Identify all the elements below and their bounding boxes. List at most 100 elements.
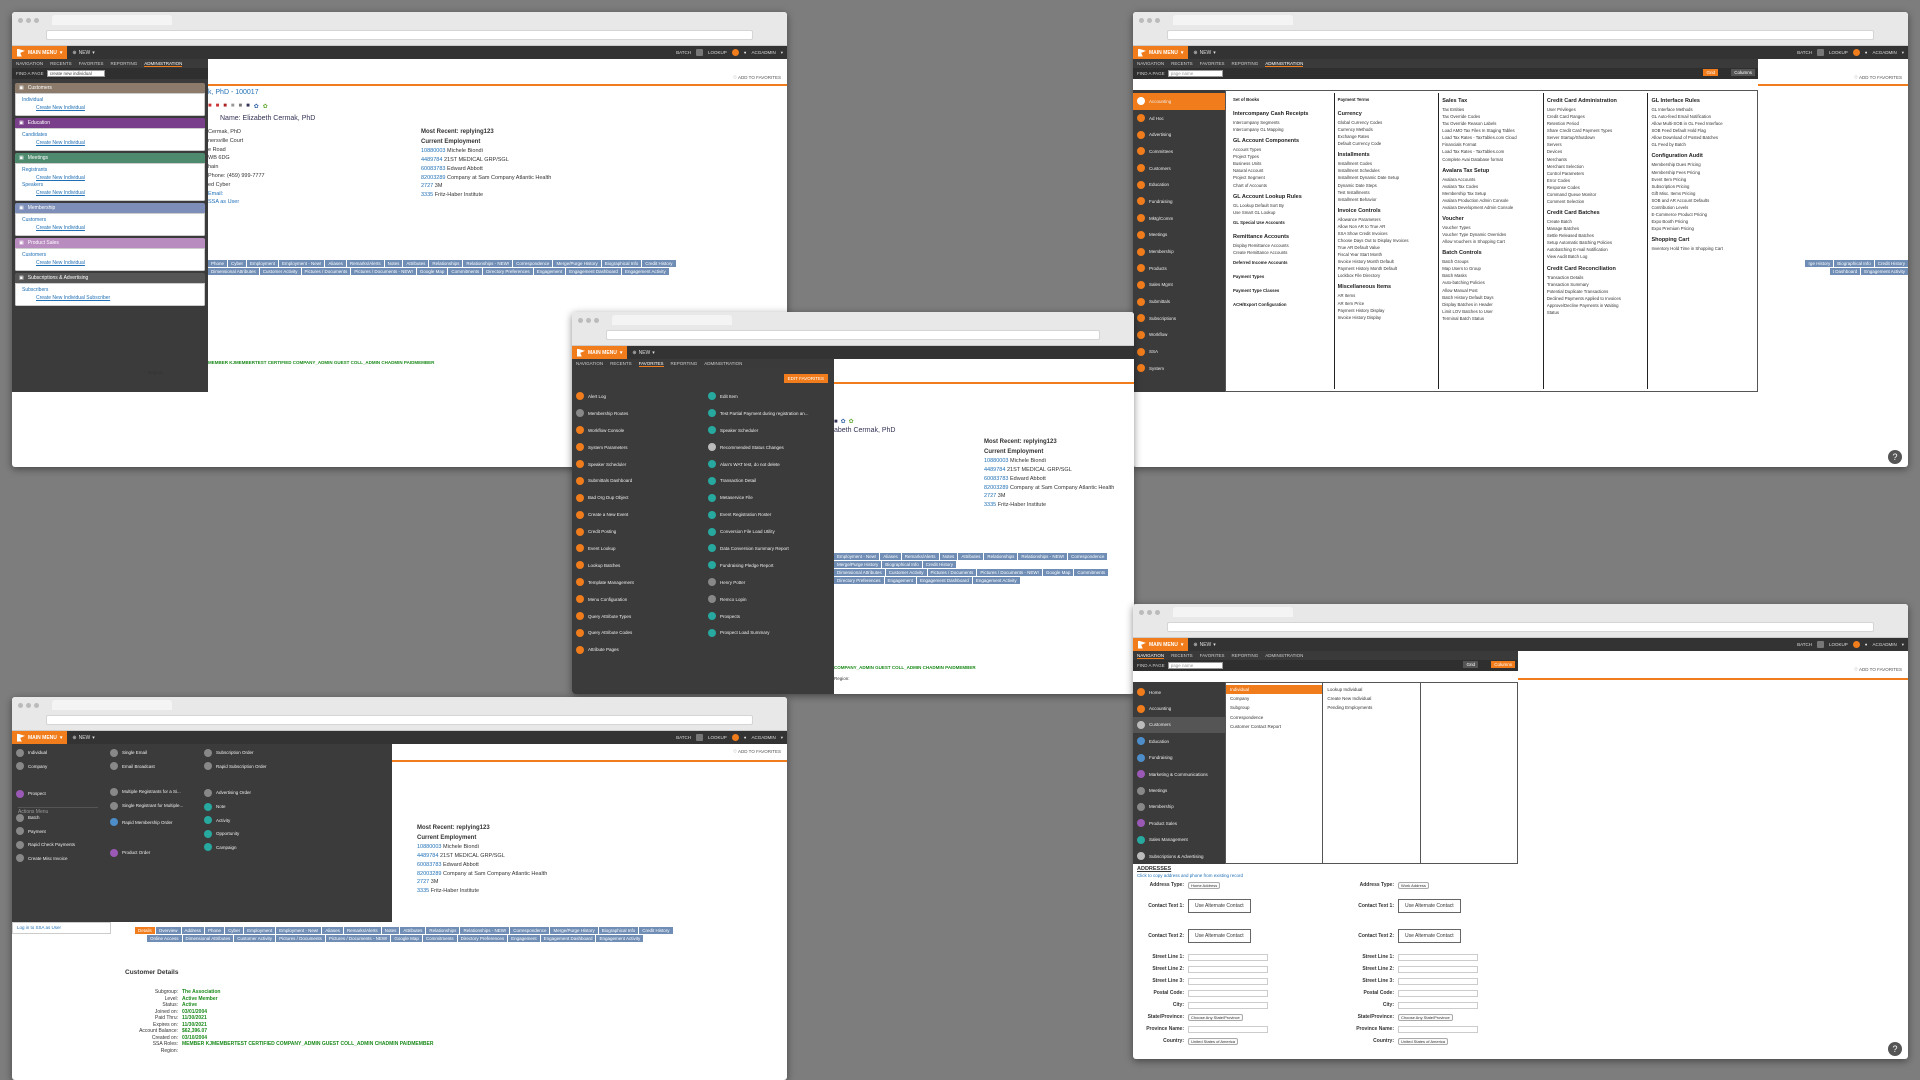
nav-level2-item[interactable]: Individual [1226,685,1323,695]
new-button[interactable]: ⊕ NEW ▾ [67,735,99,741]
result-category[interactable]: Registrants [22,167,198,175]
admin-link[interactable]: Natural Account [1233,167,1330,174]
admin-link[interactable]: Subscription Pricing [1651,183,1749,190]
create-new-link[interactable]: Create New Individual [22,140,198,148]
search-icon[interactable] [731,734,739,741]
admin-group-heading[interactable]: Credit Card Batches [1547,210,1644,216]
employment-id[interactable]: 4489784 [984,467,1005,473]
record-tab[interactable]: Relationships - NEW! [460,927,510,934]
admin-group-heading[interactable]: GL Interface Rules [1651,98,1749,104]
record-tab[interactable]: Merge/Purge History [553,260,601,267]
record-tab[interactable]: Engagement Activity [972,577,1020,584]
record-tab[interactable]: Credit History [639,927,673,934]
admin-link[interactable]: Create Batch [1547,218,1644,225]
record-tab[interactable]: Online Access [147,935,182,942]
main-menu-button[interactable]: MAIN MENU ▾ [1133,638,1189,651]
admin-link[interactable]: Installment Schedules [1338,167,1435,174]
record-tab[interactable]: Commitments [422,935,457,942]
record-tab[interactable]: Pictures / Documents [927,569,977,576]
record-tab[interactable]: Address [181,927,205,934]
admin-link[interactable]: Inventory Hold Time in Shopping Cart [1651,245,1749,252]
record-tab[interactable]: Directory Preferences [483,268,533,275]
create-new-link[interactable]: Create New Individual [22,175,198,183]
help-icon[interactable]: ? [1888,450,1902,464]
alternate-contact-button[interactable]: Use Alternate Contact [1398,929,1461,943]
record-tab[interactable]: Relationships [426,927,460,934]
lookup-button[interactable]: LOOKUP [1829,50,1848,55]
address-bar[interactable] [606,330,1100,340]
favorite-item[interactable]: Alan's WAT test, do not delete [708,456,833,473]
country-select[interactable]: United States of America [1398,1037,1449,1045]
admin-link[interactable]: Expo Premium Pricing [1651,225,1749,232]
employment-id[interactable]: 10880003 [421,148,445,154]
admin-group-heading[interactable]: Miscellaneous Items [1338,284,1435,290]
admin-link[interactable]: Display Remittance Accounts [1233,242,1330,249]
result-category[interactable]: Customers [22,217,198,225]
batch-button[interactable]: BATCH [676,50,691,55]
favorite-item[interactable]: Bad Org Dup Object [576,489,701,506]
record-tab[interactable]: Engagement Dashboard [917,577,972,584]
add-to-favorites[interactable]: ♡ ADD TO FAVORITES [1854,75,1902,81]
search-icon[interactable] [1852,49,1860,56]
admin-link[interactable]: Tax Entities [1442,106,1539,113]
text-input[interactable] [1398,953,1478,961]
sidebar-item[interactable]: Sales Management [1133,832,1225,848]
admin-link[interactable]: GL Lookup Default Sort By [1233,202,1330,209]
search-icon[interactable] [731,49,739,56]
sidebar-item[interactable]: Membership [1133,243,1225,260]
admin-link[interactable]: Merchant Selection [1547,163,1644,170]
admin-link[interactable]: Default Currency Code [1338,140,1435,147]
sidebar-item[interactable]: Ad Hoc [1133,110,1225,127]
admin-group-heading[interactable]: Invoice Controls [1338,208,1435,214]
tab-administration[interactable]: ADMINISTRATION [1265,653,1303,658]
favorite-item[interactable]: Event Registration Roster [708,506,833,523]
admin-link[interactable]: Project Segment [1233,174,1330,181]
text-input[interactable] [1188,953,1268,961]
record-tab[interactable]: Merge/Purge History [834,561,882,568]
record-tab[interactable]: Engagement [884,577,917,584]
admin-link[interactable]: Membership Tax Setup [1442,190,1539,197]
admin-link[interactable]: Avalara Accounts [1442,176,1539,183]
admin-link[interactable]: Lockbox File Directory [1338,272,1435,279]
admin-link[interactable]: Allow Multi-SOB in GL Feed Interface [1651,120,1749,127]
nav-level3-item[interactable]: Pending Employments [1323,703,1419,712]
sidebar-item[interactable]: Subscriptions [1133,310,1225,327]
admin-link[interactable]: SSA Show Credit Invoices [1338,230,1435,237]
admin-link[interactable]: Error Codes [1547,177,1644,184]
favorite-item[interactable]: Remco Lopin [708,591,833,608]
favorite-item[interactable]: Lookup Batches [576,557,701,574]
admin-link[interactable]: Retention Period [1547,120,1644,127]
record-tab[interactable]: Remarks/Alerts [343,927,381,934]
sidebar-item[interactable]: Fundraising [1133,750,1225,766]
main-menu-button[interactable]: MAIN MENU ▾ [12,46,68,59]
admin-link[interactable]: Invoice History Display [1338,314,1435,321]
sidebar-item[interactable]: Home [1133,684,1225,700]
new-menu-item[interactable]: Company [16,760,111,774]
admin-link[interactable]: Test Installments [1338,189,1435,196]
record-tab[interactable]: Employment - New! [279,260,325,267]
admin-link[interactable]: Display Batches in Header [1442,301,1539,308]
new-menu-item[interactable]: Activity [204,813,299,827]
admin-link[interactable]: Terminal Batch Status [1442,315,1539,322]
favorite-item[interactable]: Test Partial Payment during registration… [708,405,833,422]
record-tab[interactable]: Employment [244,927,276,934]
admin-link[interactable]: Payment History Display [1338,307,1435,314]
sidebar-item[interactable]: Products [1133,260,1225,277]
admin-link[interactable]: Voucher Type Dynamic Overrides [1442,231,1539,238]
record-tab[interactable]: Directory Preferences [457,935,508,942]
admin-group-heading[interactable]: Installments [1338,152,1435,158]
log-in-ssa-link[interactable]: Log in to SSA as User [12,922,111,934]
employment-id[interactable]: 60083783 [984,476,1008,482]
favorite-item[interactable]: Fundraising Pledge Report [708,557,833,574]
admin-link[interactable]: Share Credit Card Payment Types [1547,127,1644,134]
new-button[interactable]: ⊕ NEW ▾ [67,50,99,56]
find-page-input[interactable]: page name [1167,70,1223,77]
admin-group-heading[interactable]: GL Account Components [1233,138,1330,144]
admin-link[interactable]: Project Types [1233,153,1330,160]
new-menu-item[interactable]: Payment [16,824,111,838]
result-category[interactable]: Customers [22,252,198,260]
admin-group-heading[interactable]: Credit Card Reconciliation [1547,266,1644,272]
tab-favorites[interactable]: FAVORITES [1200,653,1225,658]
admin-link[interactable]: Gift Misc. Items Pricing [1651,190,1749,197]
sidebar-item[interactable]: Membership [1133,799,1225,815]
